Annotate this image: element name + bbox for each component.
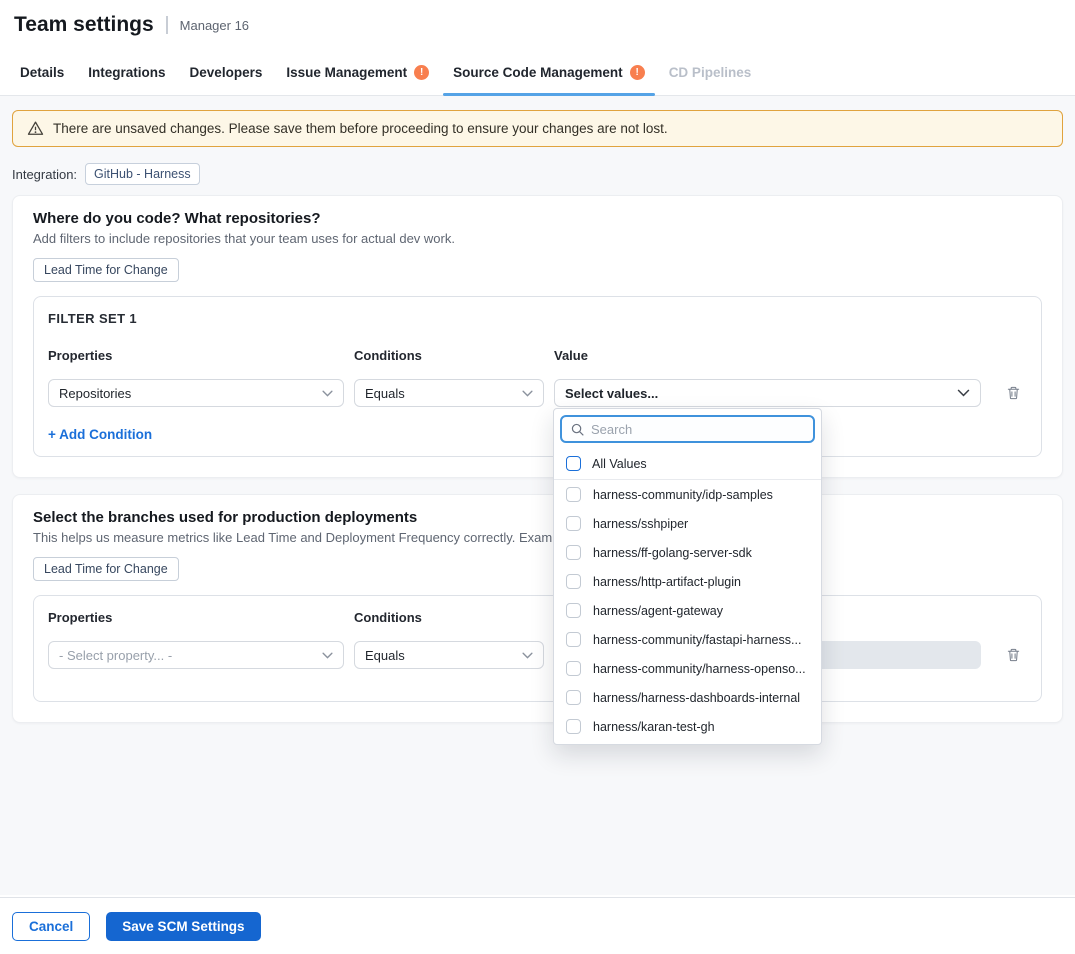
conditions-column-label: Conditions <box>354 610 544 625</box>
repo-item-label: harness-community/fastapi-harness... <box>593 633 801 647</box>
repo-list-item[interactable]: harness/agent-gateway <box>554 596 821 625</box>
tab-developers[interactable]: Developers <box>188 50 265 95</box>
repo-item-label: harness-community/harness-openso... <box>593 662 806 676</box>
trash-icon <box>1006 647 1021 663</box>
conditions-column-label: Conditions <box>354 348 544 363</box>
repo-list-item[interactable]: harness/sshpiper <box>554 509 821 538</box>
content-area: There are unsaved changes. Please save t… <box>0 96 1075 895</box>
team-settings-page: Team settings Manager 16 Details Integra… <box>0 0 1075 954</box>
delete-filter-button[interactable] <box>999 647 1027 663</box>
checkbox-icon[interactable] <box>566 719 581 734</box>
repo-list-item[interactable]: harness/harness-dashboards-internal <box>554 683 821 712</box>
chevron-down-icon <box>322 652 333 659</box>
checkbox-icon[interactable] <box>566 603 581 618</box>
warning-badge-icon: ! <box>414 65 429 80</box>
repo-list-item[interactable]: harness/ff-golang-server-sdk <box>554 538 821 567</box>
filter-set-1: FILTER SET 1 Properties Conditions Value… <box>33 296 1042 457</box>
filter-set-title: FILTER SET 1 <box>48 311 1027 326</box>
tab-bar: Details Integrations Developers Issue Ma… <box>0 50 1075 96</box>
add-condition-button[interactable]: + Add Condition <box>48 427 1027 442</box>
chevron-down-icon <box>957 389 970 397</box>
unsaved-changes-banner: There are unsaved changes. Please save t… <box>12 110 1063 147</box>
warning-badge-icon: ! <box>630 65 645 80</box>
repo-list-item[interactable]: harness/... <box>554 741 821 745</box>
chevron-down-icon <box>522 390 533 397</box>
repositories-subtitle: Add filters to include repositories that… <box>33 231 1042 246</box>
integration-row: Integration: GitHub - Harness <box>12 163 1063 185</box>
lead-time-tag: Lead Time for Change <box>33 557 179 581</box>
banner-text: There are unsaved changes. Please save t… <box>53 121 668 136</box>
repo-list-item[interactable]: harness/http-artifact-plugin <box>554 567 821 596</box>
repositories-card: Where do you code? What repositories? Ad… <box>12 195 1063 478</box>
filter-column-headers: Properties Conditions Value <box>48 348 1027 363</box>
condition-select[interactable]: Equals <box>354 641 544 669</box>
all-values-label: All Values <box>592 457 647 471</box>
trash-icon <box>1006 385 1021 401</box>
dropdown-search-input[interactable] <box>591 422 805 437</box>
checkbox-icon[interactable] <box>566 456 581 471</box>
tab-details[interactable]: Details <box>18 50 66 95</box>
repositories-title: Where do you code? What repositories? <box>33 210 1042 227</box>
page-title: Team settings <box>14 13 154 37</box>
checkbox-icon[interactable] <box>566 632 581 647</box>
cancel-button[interactable]: Cancel <box>12 912 90 941</box>
branches-filter-set: Properties Conditions - Select property.… <box>33 595 1042 702</box>
repo-list-item[interactable]: harness-community/harness-openso... <box>554 654 821 683</box>
save-scm-settings-button[interactable]: Save SCM Settings <box>106 912 260 941</box>
repo-item-label: harness/harness-dashboards-internal <box>593 691 800 705</box>
repo-list-item[interactable]: harness-community/idp-samples <box>554 480 821 509</box>
property-select[interactable]: - Select property... - <box>48 641 344 669</box>
chevron-down-icon <box>522 652 533 659</box>
repo-list: harness-community/idp-samples harness/ss… <box>554 480 821 745</box>
checkbox-icon[interactable] <box>566 661 581 676</box>
properties-column-label: Properties <box>48 610 344 625</box>
checkbox-icon[interactable] <box>566 487 581 502</box>
value-multiselect[interactable]: Select values... <box>554 379 981 407</box>
tab-source-code-management[interactable]: Source Code Management ! <box>451 50 647 95</box>
all-values-option[interactable]: All Values <box>554 449 821 480</box>
checkbox-icon[interactable] <box>566 516 581 531</box>
tab-issue-management[interactable]: Issue Management ! <box>284 50 431 95</box>
tab-integrations[interactable]: Integrations <box>86 50 167 95</box>
checkbox-icon[interactable] <box>566 545 581 560</box>
lead-time-tag: Lead Time for Change <box>33 258 179 282</box>
dropdown-search-box <box>560 415 815 443</box>
page-header: Team settings Manager 16 <box>0 0 1075 50</box>
filter-column-headers: Properties Conditions <box>48 610 1027 625</box>
integration-label: Integration: <box>12 167 77 182</box>
repo-item-label: harness/ff-golang-server-sdk <box>593 546 752 560</box>
filter-row-1: Repositories Equals Select values... <box>48 379 1027 407</box>
condition-select[interactable]: Equals <box>354 379 544 407</box>
search-icon <box>570 422 585 437</box>
value-column-label: Value <box>554 348 981 363</box>
repo-item-label: harness/http-artifact-plugin <box>593 575 741 589</box>
tab-cd-pipelines: CD Pipelines <box>667 50 754 95</box>
branches-subtitle: This helps us measure metrics like Lead … <box>33 530 1042 545</box>
warning-triangle-icon <box>27 120 44 137</box>
checkbox-icon[interactable] <box>566 690 581 705</box>
title-divider <box>166 16 168 34</box>
repo-item-label: harness/karan-test-gh <box>593 720 715 734</box>
repo-list-item[interactable]: harness/karan-test-gh <box>554 712 821 741</box>
branches-card: Select the branches used for production … <box>12 494 1063 723</box>
checkbox-icon[interactable] <box>566 574 581 589</box>
values-dropdown-popup: All Values harness-community/idp-samples… <box>553 408 822 745</box>
repo-list-item[interactable]: harness-community/fastapi-harness... <box>554 625 821 654</box>
footer-bar: Cancel Save SCM Settings <box>0 897 1075 954</box>
repo-item-label: harness/sshpiper <box>593 517 688 531</box>
branches-title: Select the branches used for production … <box>33 509 1042 526</box>
page-subtitle: Manager 16 <box>180 18 249 33</box>
repo-item-label: harness-community/idp-samples <box>593 488 773 502</box>
filter-row-1: - Select property... - Equals <box>48 641 1027 687</box>
delete-filter-button[interactable] <box>999 385 1027 401</box>
integration-chip[interactable]: GitHub - Harness <box>85 163 200 185</box>
repo-item-label: harness/agent-gateway <box>593 604 723 618</box>
properties-column-label: Properties <box>48 348 344 363</box>
property-select[interactable]: Repositories <box>48 379 344 407</box>
chevron-down-icon <box>322 390 333 397</box>
